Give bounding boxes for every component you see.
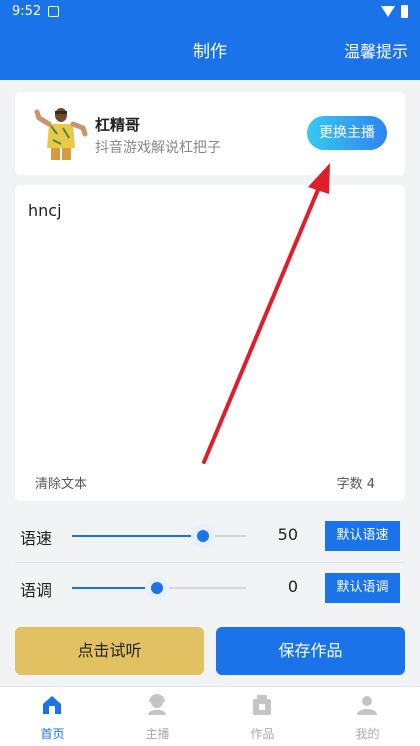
speed-slider-thumb[interactable] [190, 524, 215, 548]
text-editor[interactable]: hncj 清除文本 字数 4 [15, 185, 405, 501]
pitch-slider[interactable] [72, 576, 246, 600]
pitch-slider-thumb[interactable] [145, 576, 170, 600]
anchor-name: 杠精哥 [95, 116, 141, 134]
status-time: 9:52 [12, 4, 42, 19]
speed-value: 50 [277, 525, 298, 544]
nav-home-label: 首页 [40, 727, 65, 741]
default-speed-button[interactable]: 默认语速 [325, 521, 400, 551]
profile-icon [357, 696, 377, 715]
pitch-row: 语调 0 默认语调 [0, 563, 420, 613]
default-pitch-button[interactable]: 默认语调 [325, 573, 400, 603]
change-anchor-button[interactable]: 更换主播 [307, 116, 387, 150]
pitch-value: 0 [287, 577, 298, 596]
status-bar: 9:52 [0, 0, 420, 24]
nav-anchor[interactable]: 主播 [105, 687, 210, 746]
anchor-description: 抖音游戏解说杠把子 [95, 140, 221, 156]
text-content[interactable]: hncj [28, 201, 62, 220]
char-count: 字数 4 [336, 477, 375, 492]
bottom-nav: 首页 主播 作品 我的 [0, 686, 420, 746]
works-icon [253, 695, 271, 715]
wifi-icon [381, 6, 395, 17]
speed-slider-fill [72, 535, 203, 537]
app-bar: 制作 温馨提示 [0, 24, 420, 80]
clear-text-button[interactable]: 清除文本 [35, 473, 87, 492]
pitch-label: 语调 [20, 581, 53, 600]
speed-row: 语速 50 默认语速 [0, 511, 420, 561]
anchor-card: 杠精哥 抖音游戏解说杠把子 更换主播 [15, 92, 405, 175]
avatar [34, 108, 88, 160]
home-icon [43, 696, 61, 714]
save-work-button[interactable]: 保存作品 [216, 627, 405, 675]
nav-profile-label: 我的 [355, 727, 380, 741]
anchor-icon [148, 694, 166, 715]
notification-icon [48, 6, 59, 17]
speed-label: 语速 [20, 529, 53, 548]
nav-anchor-label: 主播 [145, 727, 170, 741]
tips-link[interactable]: 温馨提示 [344, 24, 408, 80]
nav-profile[interactable]: 我的 [315, 687, 420, 746]
speed-slider[interactable] [72, 524, 246, 548]
nav-works[interactable]: 作品 [210, 687, 315, 746]
listen-button[interactable]: 点击试听 [15, 627, 204, 675]
battery-icon [401, 5, 408, 18]
nav-home[interactable]: 首页 [0, 687, 105, 746]
nav-works-label: 作品 [250, 727, 275, 741]
